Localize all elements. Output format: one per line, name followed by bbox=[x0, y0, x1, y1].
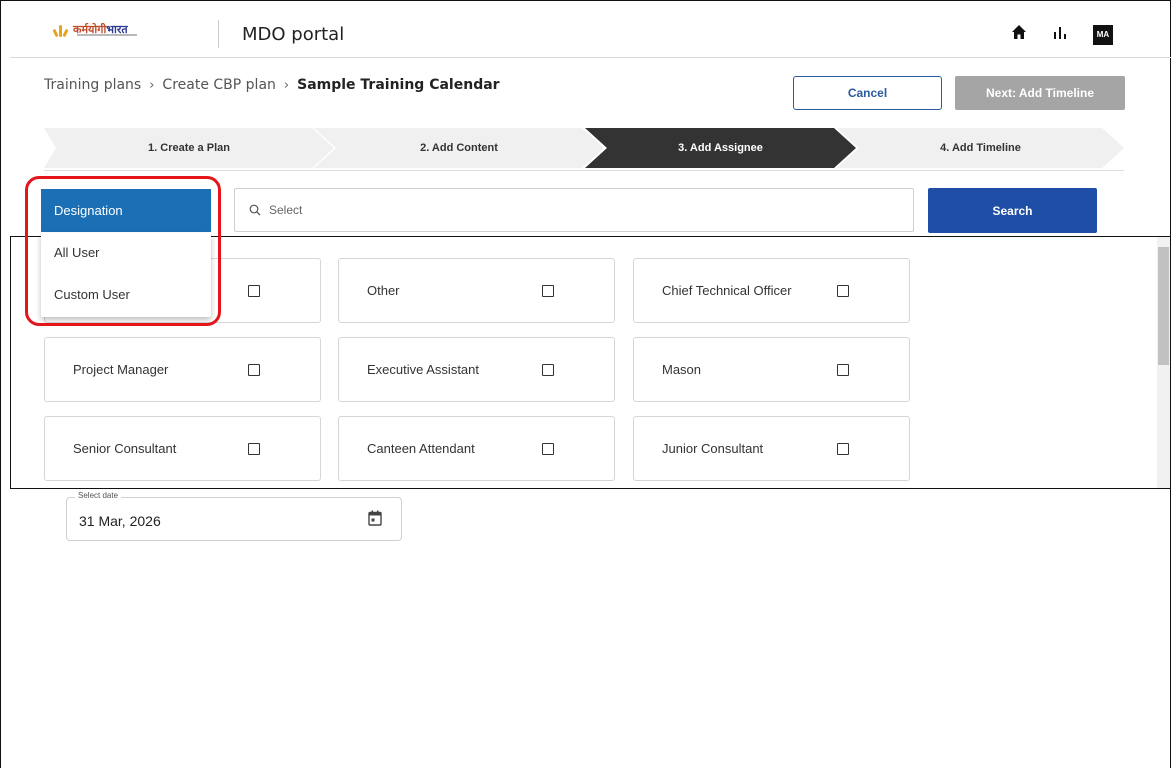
designation-checkbox[interactable] bbox=[542, 442, 554, 455]
search-icon bbox=[249, 204, 261, 216]
step-add-content[interactable]: 2. Add Content bbox=[314, 128, 604, 168]
search-input[interactable]: Select bbox=[234, 188, 914, 232]
designation-card[interactable]: Project Manager bbox=[44, 337, 321, 402]
scrollbar-thumb[interactable] bbox=[1158, 247, 1169, 365]
designation-card[interactable]: Mason bbox=[633, 337, 910, 402]
date-field-label: Select date bbox=[75, 491, 122, 500]
app-title: MDO portal bbox=[242, 24, 345, 45]
breadcrumb-item-create-cbp-plan[interactable]: Create CBP plan bbox=[162, 77, 275, 93]
step-add-assignee[interactable]: 3. Add Assignee bbox=[585, 128, 856, 168]
scrollbar-track[interactable] bbox=[1157, 237, 1170, 488]
designation-checkbox[interactable] bbox=[837, 363, 849, 376]
breadcrumb-separator: › bbox=[283, 77, 290, 93]
breadcrumb: Training plans › Create CBP plan › Sampl… bbox=[44, 77, 500, 93]
cancel-button[interactable]: Cancel bbox=[793, 76, 942, 110]
designation-label: Other bbox=[367, 283, 400, 298]
designation-menu: All User Custom User bbox=[41, 233, 211, 317]
stepper-divider bbox=[44, 170, 1124, 171]
designation-card[interactable]: Chief Technical Officer bbox=[633, 258, 910, 323]
designation-checkbox[interactable] bbox=[248, 363, 260, 376]
menu-item-all-user[interactable]: All User bbox=[54, 245, 100, 260]
date-field[interactable]: Select date 31 Mar, 2026 bbox=[66, 491, 402, 541]
designation-label: Senior Consultant bbox=[73, 441, 177, 456]
designation-label: Mason bbox=[662, 362, 702, 377]
breadcrumb-separator: › bbox=[149, 77, 155, 93]
step-create-plan[interactable]: 1. Create a Plan bbox=[44, 128, 334, 168]
logo-mark-icon bbox=[52, 21, 70, 38]
designation-label: Chief Technical Officer bbox=[662, 283, 792, 298]
stepper: 1. Create a Plan 2. Add Content 3. Add A… bbox=[44, 128, 1124, 168]
designation-card[interactable]: Senior Consultant bbox=[44, 416, 321, 481]
breadcrumb-item-current: Sample Training Calendar bbox=[297, 77, 500, 93]
step-add-timeline[interactable]: 4. Add Timeline bbox=[837, 128, 1124, 168]
designation-dropdown[interactable]: Designation bbox=[41, 189, 211, 232]
designation-label: Project Manager bbox=[73, 362, 169, 377]
date-value: 31 Mar, 2026 bbox=[79, 513, 161, 529]
designation-label: Canteen Attendant bbox=[367, 441, 475, 456]
header-icons: MA bbox=[1011, 24, 1113, 45]
calendar-icon[interactable] bbox=[368, 510, 382, 531]
search-placeholder: Select bbox=[269, 203, 303, 217]
bar-chart-icon[interactable] bbox=[1053, 25, 1067, 44]
designation-card[interactable]: Canteen Attendant bbox=[338, 416, 615, 481]
menu-item-custom-user[interactable]: Custom User bbox=[54, 287, 130, 302]
search-button[interactable]: Search bbox=[928, 188, 1097, 233]
designation-card[interactable]: Executive Assistant bbox=[338, 337, 615, 402]
designation-checkbox[interactable] bbox=[248, 284, 260, 297]
designation-card[interactable]: Junior Consultant bbox=[633, 416, 910, 481]
top-bar: कर्मयोगीभारत MDO portal MA bbox=[10, 10, 1171, 58]
header-divider bbox=[218, 20, 219, 48]
logo-text: कर्मयोगीभारत bbox=[73, 22, 128, 36]
logo[interactable]: कर्मयोगीभारत bbox=[52, 21, 137, 38]
designation-label: Executive Assistant bbox=[367, 362, 479, 377]
designation-checkbox[interactable] bbox=[837, 284, 849, 297]
next-add-timeline-button[interactable]: Next: Add Timeline bbox=[955, 76, 1125, 110]
logo-tagline bbox=[77, 34, 137, 36]
breadcrumb-item-training-plans[interactable]: Training plans bbox=[44, 77, 141, 93]
avatar[interactable]: MA bbox=[1093, 24, 1113, 45]
designation-checkbox[interactable] bbox=[248, 442, 260, 455]
designation-card[interactable]: Other bbox=[338, 258, 615, 323]
designation-label: Junior Consultant bbox=[662, 441, 764, 456]
designation-checkbox[interactable] bbox=[837, 442, 849, 455]
home-icon[interactable] bbox=[1011, 24, 1027, 45]
designation-checkbox[interactable] bbox=[542, 284, 554, 297]
designation-checkbox[interactable] bbox=[542, 363, 554, 376]
